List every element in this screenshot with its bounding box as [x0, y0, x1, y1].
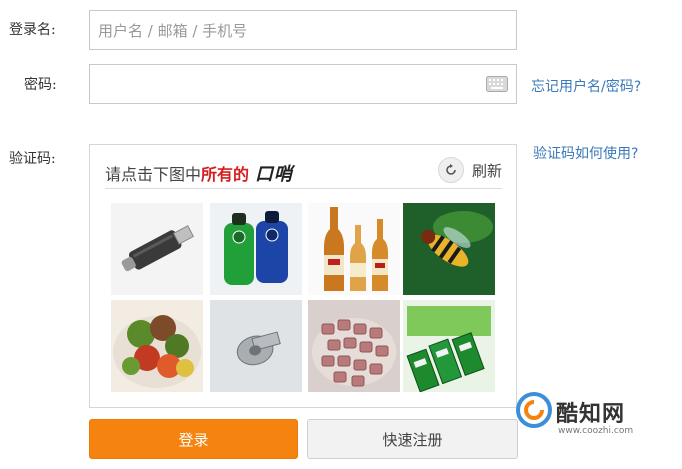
colored-bottles-image	[210, 203, 302, 295]
watermark: 酷知网 www.coozhi.com	[510, 380, 660, 450]
forgot-password-link[interactable]: 忘记用户名/密码?	[531, 76, 641, 96]
captcha-tile-bottles[interactable]	[210, 203, 302, 295]
username-placeholder: 用户名 / 邮箱 / 手机号	[98, 22, 248, 40]
captcha-prompt-text: 请点击下图中	[105, 165, 202, 184]
captcha-panel: 请点击下图中所有的 口哨 刷新	[89, 144, 517, 408]
quick-register-button[interactable]: 快速注册	[307, 419, 518, 459]
captcha-tile-insect[interactable]	[403, 203, 495, 295]
green-whistles-image	[403, 300, 495, 392]
captcha-header: 请点击下图中所有的 口哨 刷新	[105, 154, 502, 189]
captcha-prompt: 请点击下图中所有的 口哨	[105, 160, 293, 186]
watermark-logo-icon	[516, 392, 552, 428]
hoverfly-insect-image	[403, 203, 495, 295]
captcha-tile-beer[interactable]	[308, 203, 400, 295]
login-button[interactable]: 登录	[89, 419, 298, 459]
refresh-icon[interactable]	[437, 157, 464, 183]
captcha-help-link[interactable]: 验证码如何使用?	[533, 143, 638, 163]
whistle-image	[210, 300, 302, 392]
captcha-prompt-highlight: 所有的	[201, 165, 250, 184]
refresh-label: 刷新	[471, 161, 502, 180]
beer-bottles-image	[308, 203, 400, 295]
watermark-url: www.coozhi.com	[558, 426, 634, 436]
captcha-label: 验证码:	[9, 151, 56, 167]
captcha-refresh-button[interactable]: 刷新	[437, 157, 502, 183]
password-label: 密码:	[24, 77, 57, 93]
captcha-tile-salad[interactable]	[111, 300, 203, 392]
password-input[interactable]	[89, 64, 517, 104]
keyboard-icon[interactable]	[486, 76, 508, 96]
usb-drive-image	[111, 203, 203, 295]
captcha-tile-usb-drive[interactable]	[111, 203, 203, 295]
salad-image	[111, 300, 203, 392]
captcha-tile-green-whistles[interactable]	[403, 300, 495, 392]
captcha-tile-candy[interactable]	[308, 300, 400, 392]
watermark-brand: 酷知网	[556, 402, 626, 427]
captcha-tile-whistle[interactable]	[210, 300, 302, 392]
username-input[interactable]: 用户名 / 邮箱 / 手机号	[89, 10, 517, 50]
candy-sugar-image	[308, 300, 400, 392]
captcha-target-word: 口哨	[255, 164, 294, 185]
username-label: 登录名:	[9, 22, 56, 38]
